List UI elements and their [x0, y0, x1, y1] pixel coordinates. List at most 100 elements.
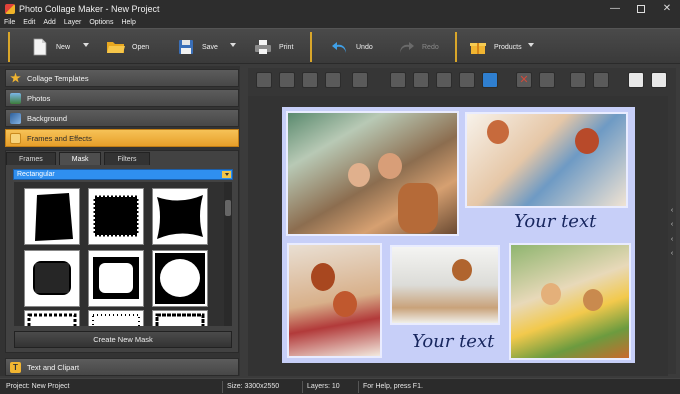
- maximize-button[interactable]: [628, 0, 654, 17]
- print-button[interactable]: Print: [253, 33, 293, 61]
- photo-icon: [10, 92, 21, 104]
- mask-thumbnail[interactable]: [152, 310, 208, 326]
- photo-subject: [311, 263, 335, 291]
- menu-help[interactable]: Help: [121, 19, 135, 26]
- bring-forward-icon[interactable]: [279, 72, 295, 88]
- mask-thumbnail[interactable]: [24, 250, 80, 307]
- photo-drawing-kids[interactable]: [465, 112, 628, 208]
- section-text-and-clipart[interactable]: T Text and Clipart: [5, 358, 239, 376]
- add-page-icon[interactable]: [628, 72, 644, 88]
- save-dropdown-arrow-icon[interactable]: [230, 43, 236, 47]
- mask-thumbnail[interactable]: [152, 188, 208, 245]
- products-button[interactable]: Products: [468, 33, 522, 61]
- section-background[interactable]: Background: [5, 109, 239, 127]
- floppy-disk-icon: [176, 37, 196, 57]
- mask-type-select[interactable]: Rectangular: [13, 169, 233, 180]
- products-label: Products: [494, 43, 522, 51]
- section-photos[interactable]: Photos: [5, 89, 239, 107]
- send-to-back-icon[interactable]: [325, 72, 341, 88]
- section-label: Text and Clipart: [27, 362, 80, 372]
- tab-mask[interactable]: Mask: [58, 152, 102, 165]
- save-button[interactable]: Save: [176, 33, 218, 61]
- mask-type-value: Rectangular: [17, 171, 55, 178]
- menu-file[interactable]: File: [4, 19, 15, 26]
- status-size: Size: 3300x2550: [227, 383, 280, 390]
- menu-layer[interactable]: Layer: [64, 19, 82, 26]
- chevron-left-icon[interactable]: ‹: [671, 221, 673, 228]
- side-scroll-controls[interactable]: ‹ ‹ ‹ ‹: [668, 207, 676, 257]
- section-label: Photos: [27, 93, 51, 103]
- chevron-left-icon[interactable]: ‹: [671, 236, 673, 243]
- photo-subject: [583, 289, 603, 311]
- photo-mother-daughter[interactable]: [287, 243, 382, 358]
- products-dropdown-arrow-icon[interactable]: [528, 43, 534, 47]
- new-dropdown-arrow-icon[interactable]: [83, 43, 89, 47]
- bring-to-front-icon[interactable]: [256, 72, 272, 88]
- mask-thumbnail[interactable]: [88, 250, 144, 307]
- photo-subject: [398, 183, 438, 233]
- minimize-button[interactable]: —: [602, 0, 628, 17]
- app-window: Photo Collage Maker - New Project — ✕ Fi…: [0, 0, 680, 394]
- mirror-icon[interactable]: [436, 72, 452, 88]
- delete-icon[interactable]: ✕: [516, 72, 532, 88]
- mask-thumbnail[interactable]: [24, 310, 80, 326]
- open-label: Open: [132, 43, 150, 51]
- chevron-left-icon[interactable]: ‹: [671, 207, 673, 214]
- close-icon: ✕: [662, 3, 672, 14]
- caption-text-2[interactable]: Your text: [412, 331, 494, 352]
- mask-thumbnail[interactable]: [88, 310, 144, 326]
- redo-button: Redo: [396, 33, 439, 61]
- pin-icon[interactable]: [593, 72, 609, 88]
- tab-filters[interactable]: Filters: [104, 152, 150, 165]
- photo-kids-toys[interactable]: [509, 243, 631, 360]
- scrollbar-thumb[interactable]: [225, 200, 231, 216]
- create-new-mask-button[interactable]: Create New Mask: [14, 331, 232, 348]
- page-settings-icon[interactable]: [651, 72, 667, 88]
- flip-icon[interactable]: [413, 72, 429, 88]
- collage-page[interactable]: Your text Your text: [282, 107, 635, 363]
- redo-label: Redo: [422, 43, 439, 51]
- open-button[interactable]: Open: [106, 33, 149, 61]
- new-label: New: [56, 43, 71, 51]
- new-button[interactable]: New: [30, 33, 70, 61]
- folder-open-icon: [106, 37, 126, 57]
- printer-icon: [253, 37, 273, 57]
- undo-label: Undo: [356, 43, 373, 51]
- close-button[interactable]: ✕: [654, 0, 680, 17]
- gift-box-icon: [468, 37, 488, 57]
- photo-subject: [487, 120, 509, 144]
- status-divider: [302, 381, 303, 393]
- status-bar: Project: New Project Size: 3300x2550 Lay…: [0, 378, 680, 394]
- flip-horizontal-icon[interactable]: [390, 72, 406, 88]
- caption-text-1[interactable]: Your text: [514, 211, 596, 232]
- hand-tool-icon[interactable]: [570, 72, 586, 88]
- undo-arrow-icon: [330, 37, 350, 57]
- photo-subject: [333, 291, 357, 317]
- photo-playing-father[interactable]: [390, 245, 500, 325]
- section-collage-templates[interactable]: Collage Templates: [5, 69, 239, 87]
- menu-add[interactable]: Add: [43, 19, 55, 26]
- menu-options[interactable]: Options: [89, 19, 113, 26]
- section-label: Background: [27, 113, 68, 123]
- redo-arrow-icon: [396, 37, 416, 57]
- title-bar: Photo Collage Maker - New Project — ✕: [0, 0, 680, 17]
- chevron-left-icon[interactable]: ‹: [671, 250, 673, 257]
- status-help: For Help, press F1.: [363, 383, 423, 390]
- mask-thumbnail[interactable]: [152, 250, 208, 307]
- mask-thumbnail[interactable]: [88, 188, 144, 245]
- rotate-icon[interactable]: [459, 72, 475, 88]
- crop-icon[interactable]: [539, 72, 555, 88]
- mask-gallery-scrollbar[interactable]: [224, 182, 232, 326]
- toolbar-separator: [310, 32, 312, 62]
- align-icon[interactable]: [352, 72, 368, 88]
- send-backward-icon[interactable]: [302, 72, 318, 88]
- section-frames-and-effects[interactable]: Frames and Effects: [5, 129, 239, 147]
- mask-thumbnail[interactable]: [24, 188, 80, 245]
- photo-family-garden[interactable]: [286, 111, 459, 236]
- tab-frames[interactable]: Frames: [6, 152, 56, 165]
- minimize-icon: —: [610, 3, 620, 14]
- menu-edit[interactable]: Edit: [23, 19, 35, 26]
- effects-tabs: Frames Mask Filters: [6, 152, 153, 165]
- undo-button[interactable]: Undo: [330, 33, 373, 61]
- fit-width-icon[interactable]: [482, 72, 498, 88]
